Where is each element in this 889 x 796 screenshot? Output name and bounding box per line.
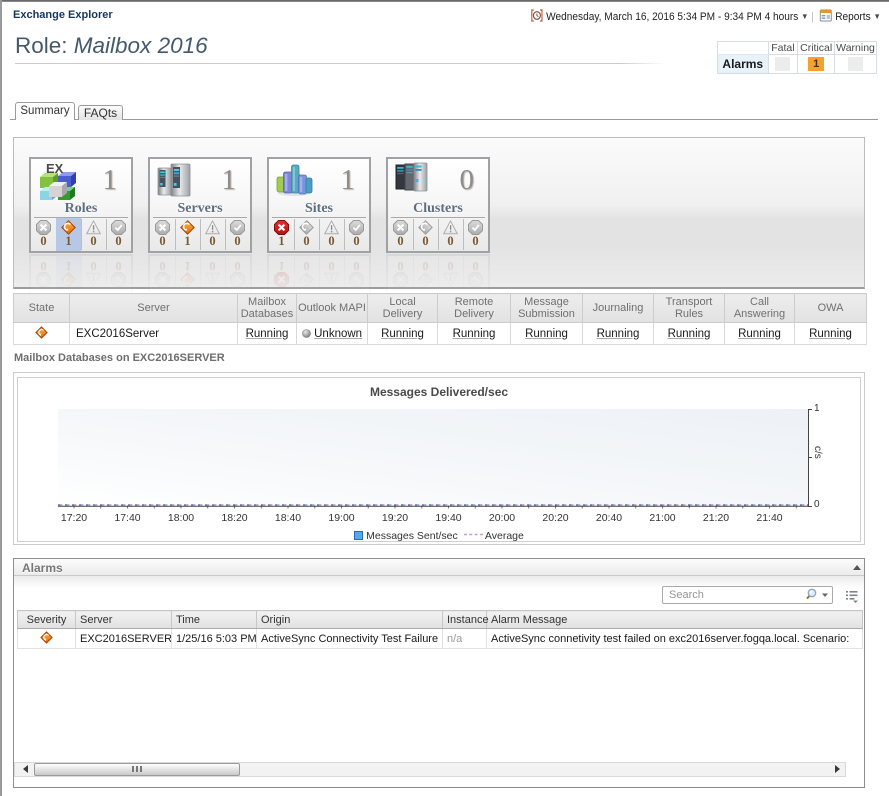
- svg-text:EX: EX: [46, 161, 64, 176]
